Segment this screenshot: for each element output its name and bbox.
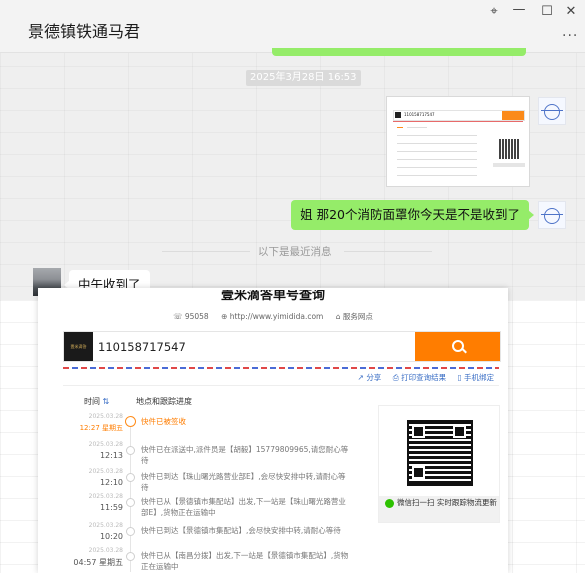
pin-icon[interactable]: ⌖ [483, 4, 505, 19]
sort-icon[interactable]: ⇅ [103, 397, 110, 406]
thumbnail-divider [393, 121, 523, 122]
thumbnail-status [397, 127, 403, 128]
event-date: 2025.03.28 [88, 441, 123, 448]
thumbnail-row [397, 175, 477, 176]
event-time: 12:27 星期五 [79, 424, 123, 432]
thumbnail-row [407, 127, 427, 128]
thumbnail-logo [395, 112, 401, 118]
minimize-button[interactable]: — [508, 2, 530, 17]
phone-bind-link[interactable]: ▯ 手机绑定 [457, 373, 494, 382]
event-date: 2025.03.28 [88, 493, 123, 500]
timeline-dot-icon [126, 473, 135, 482]
avatar-graphic [544, 104, 560, 120]
separator [63, 385, 499, 386]
event-time: 10:20 [99, 532, 123, 541]
event-date: 2025.03.28 [88, 547, 123, 554]
image-message-thumbnail[interactable]: 110158717547 [386, 96, 530, 187]
qr-finder [412, 425, 425, 438]
previous-message-bubble[interactable] [272, 48, 526, 56]
tracking-number-input[interactable]: 110158717547 [98, 340, 186, 354]
more-options-icon[interactable]: ··· [562, 28, 578, 44]
thumbnail-search-button [502, 111, 524, 120]
event-time: 04:57 星期五 [73, 558, 123, 567]
detail-column-header: 地点和跟踪进度 [136, 397, 192, 406]
thumbnail-qr-code [499, 139, 519, 159]
event-time: 12:13 [99, 451, 123, 460]
event-text: 快件已被签收 [141, 417, 186, 426]
divider-line-left [162, 251, 250, 252]
chat-header: 景德镇铁通马君 ⌖ — ☐ ✕ ··· [0, 0, 585, 53]
close-button[interactable]: ✕ [560, 4, 582, 19]
chat-window: 景德镇铁通马君 ⌖ — ☐ ✕ ··· 2025年3月28日 16:53 110… [0, 0, 585, 300]
event-date: 2025.03.28 [88, 522, 123, 529]
website-url[interactable]: ⊕ http://www.yimidida.com [221, 312, 323, 321]
time-column-header[interactable]: 时间 ⇅ [84, 396, 109, 407]
share-link[interactable]: ↗ 分享 [358, 373, 382, 382]
my-message-bubble[interactable]: 姐 那20个消防面罩你今天是不是收到了 [291, 200, 534, 230]
avatar-graphic [544, 208, 560, 224]
qr-caption: 微信扫一扫 实时跟踪物流更新 [379, 496, 499, 522]
recent-messages-divider: 以下是最近消息 [0, 244, 585, 258]
divider-line-right [344, 251, 432, 252]
thumbnail-row [397, 143, 477, 144]
my-avatar[interactable] [538, 201, 566, 229]
service-outlets-link[interactable]: ⌂ 服务网点 [336, 312, 373, 321]
tracking-search-bar: 壹米滴答 110158717547 [63, 331, 501, 362]
divider-text: 以下是最近消息 [258, 246, 332, 258]
tracking-event: 2025.03.28 04:57 星期五 快件已从【南昌分拨】出发,下一站是【景… [63, 547, 353, 573]
timeline-dot-icon [126, 446, 135, 455]
avatar-graphic-line [541, 110, 563, 111]
thumbnail-row [397, 167, 477, 168]
timeline-dot-icon [126, 527, 135, 536]
check-circle-icon [125, 416, 136, 427]
timeline-dot-icon [126, 498, 135, 507]
search-icon-handle [462, 348, 467, 354]
envelope-divider [63, 367, 499, 369]
result-actions: ↗ 分享 ⎙ 打印查询结果 ▯ 手机绑定 [349, 372, 494, 383]
tracking-page-screenshot: 壹米滴答单号查询 ☏ 95058 ⊕ http://www.yimidida.c… [38, 288, 508, 573]
thumbnail-search-bar: 110158717547 [393, 110, 525, 121]
event-text: 快件已从【景德镇市集配站】出发,下一站是【珠山曙光路营业部E】,货物正在运输中 [141, 497, 346, 517]
event-text: 快件已到达【珠山曙光路营业部E】,会尽快安排中转,请耐心等待 [141, 472, 346, 492]
chat-title: 景德镇铁通马君 [28, 22, 141, 41]
my-avatar[interactable] [538, 97, 566, 125]
thumbnail-row [397, 135, 477, 136]
wechat-icon [385, 499, 394, 508]
brand-logo: 壹米滴答 [64, 332, 93, 361]
event-date: 2025.03.28 [88, 468, 123, 475]
thumbnail-row [397, 159, 477, 160]
qr-finder [412, 466, 425, 479]
event-time: 12:10 [99, 478, 123, 487]
event-text: 快件已到达【景德镇市集配站】,会尽快安排中转,请耐心等待 [141, 526, 341, 535]
qr-finder [453, 425, 466, 438]
search-button[interactable] [415, 332, 500, 361]
event-time: 11:59 [99, 503, 123, 512]
event-text: 快件已在派送中,派件员是【胡毅】15779809965,请您耐心等待 [141, 445, 349, 465]
site-info: ☏ 95058 ⊕ http://www.yimidida.com ⌂ 服务网点 [38, 311, 508, 322]
qr-code-panel: 微信扫一扫 实时跟踪物流更新 [378, 405, 500, 523]
timeline-dot-icon [126, 552, 135, 561]
event-text: 快件已从【南昌分拨】出发,下一站是【景德镇市集配站】,货物正在运输中 [141, 551, 349, 571]
print-link[interactable]: ⎙ 打印查询结果 [393, 373, 446, 382]
maximize-button[interactable]: ☐ [536, 4, 558, 19]
avatar-graphic-line [541, 214, 563, 215]
phone-number: ☏ 95058 [173, 312, 209, 321]
thumbnail-qr-caption [493, 163, 525, 167]
message-timestamp: 2025年3月28日 16:53 [246, 70, 361, 86]
thumbnail-row [397, 151, 477, 152]
qr-code[interactable] [407, 420, 473, 486]
thumbnail-tracking-number: 110158717547 [404, 112, 435, 117]
site-title: 壹米滴答单号查询 [220, 290, 325, 303]
event-date: 2025.03.28 [88, 413, 123, 420]
qr-caption-text: 微信扫一扫 实时跟踪物流更新 [397, 498, 497, 507]
